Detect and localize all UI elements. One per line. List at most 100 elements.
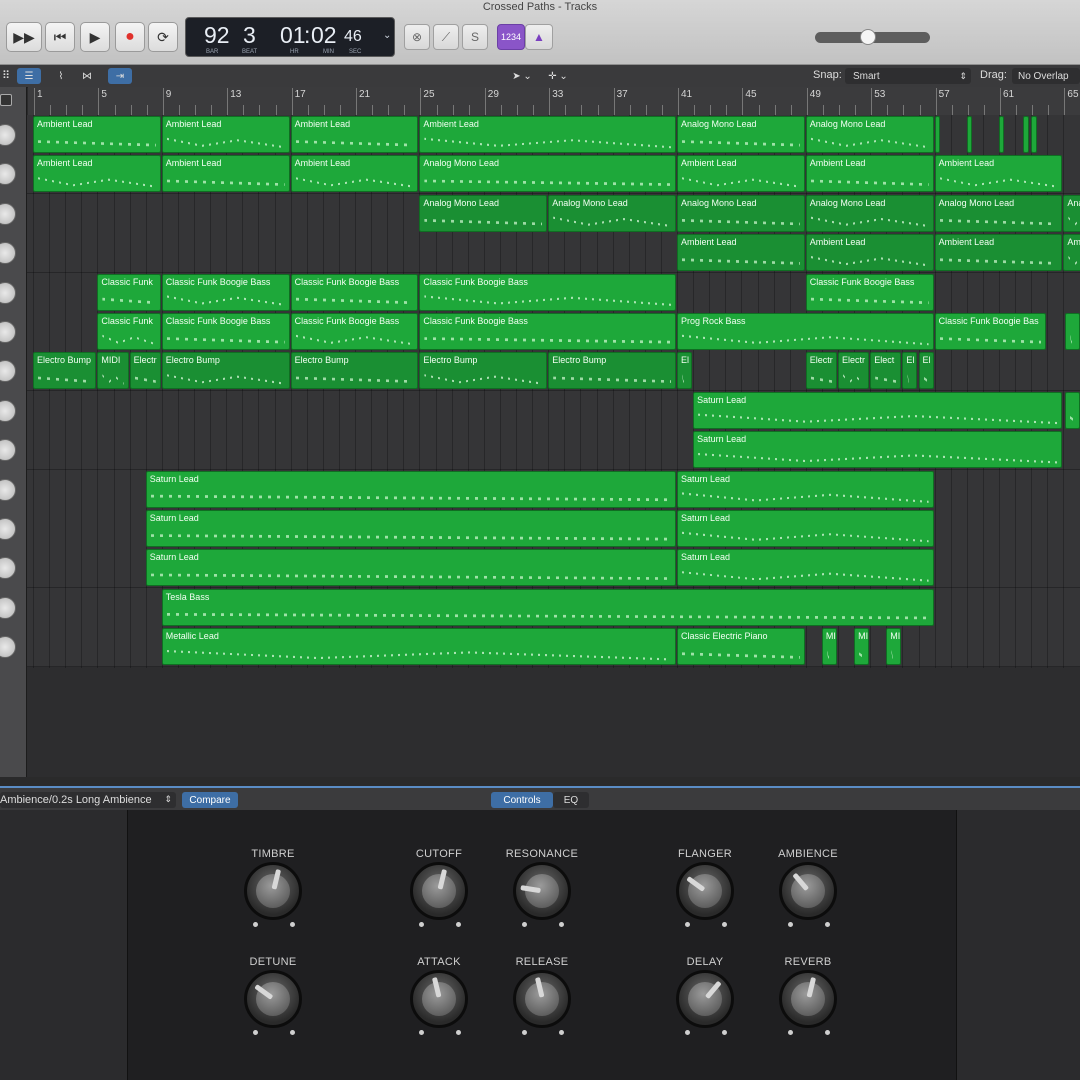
midi-region[interactable]: Ambient Lead	[677, 234, 805, 272]
track-volume-knob[interactable]	[0, 321, 16, 343]
bar-ruler[interactable]: 1 5 9 13 17 21 25 29 33 37 41 45 49 53 57 61 65	[28, 87, 1080, 116]
midi-region[interactable]: Electro Bump	[548, 352, 676, 390]
track-volume-knob[interactable]	[0, 281, 16, 304]
track-volume-knob[interactable]	[0, 163, 16, 186]
midi-region[interactable]: Analog Mono Lead	[677, 116, 805, 153]
tab-eq[interactable]: EQ	[553, 792, 589, 808]
track-volume-knob[interactable]	[0, 360, 16, 383]
midi-region[interactable]: Classic Funk Boogie Bass	[419, 313, 676, 350]
track-volume-knob[interactable]	[0, 399, 16, 422]
midi-region[interactable]: Analog Mono Lead	[805, 116, 934, 153]
compare-button[interactable]: Compare	[182, 792, 238, 808]
midi-region[interactable]	[1031, 116, 1037, 153]
midi-region[interactable]: Elect	[870, 352, 902, 390]
midi-region[interactable]: Saturn Lead	[677, 549, 934, 587]
midi-region[interactable]: Prog Rock Bass	[677, 313, 934, 350]
midi-region[interactable]: Saturn Lead	[145, 549, 676, 587]
cycle-button[interactable]: ⟳	[148, 22, 178, 52]
midi-region[interactable]: Electro Bump	[419, 352, 548, 390]
lcd-dropdown-icon[interactable]: ⌄	[383, 30, 391, 41]
release-knob[interactable]	[513, 970, 571, 1028]
track-volume-knob[interactable]	[0, 478, 16, 501]
midi-region[interactable]: Electr	[838, 352, 870, 390]
midi-region[interactable]	[966, 116, 973, 153]
count-in-button[interactable]: 1234	[497, 24, 525, 50]
midi-region[interactable]: Classic Funk Boogie Bas	[934, 313, 1047, 350]
tab-controls[interactable]: Controls	[491, 792, 553, 808]
midi-region[interactable]: Ambient Lead	[677, 155, 805, 193]
reverb-knob[interactable]	[779, 970, 837, 1028]
midi-region[interactable]: MI	[854, 628, 870, 666]
delay-knob[interactable]	[676, 970, 734, 1028]
timbre-knob[interactable]	[244, 862, 302, 920]
midi-region[interactable]: Ambient Lead	[419, 116, 676, 153]
track-volume-knob[interactable]	[0, 202, 16, 225]
attack-knob[interactable]	[410, 970, 468, 1028]
tuner-button[interactable]: ⟋	[433, 24, 459, 50]
midi-region[interactable]: MI	[886, 628, 902, 666]
midi-region[interactable]: Ambient Lead	[805, 234, 934, 272]
midi-region[interactable]: Ambient Lead	[33, 116, 161, 153]
track-volume-knob[interactable]	[0, 242, 16, 265]
resonance-knob[interactable]	[513, 862, 571, 920]
midi-region[interactable]: Ambient Lead	[161, 155, 290, 193]
midi-region[interactable]: Analog Mono Lead	[548, 194, 676, 232]
midi-region[interactable]: Classic Funk Boogie Bass	[290, 313, 419, 350]
midi-region[interactable]: MI	[821, 628, 837, 666]
midi-region[interactable]: Saturn Lead	[693, 431, 1063, 469]
midi-region[interactable]: Electr	[129, 352, 161, 390]
midi-region[interactable]: Metallic Lead	[161, 628, 676, 666]
detune-knob[interactable]	[244, 970, 302, 1028]
midi-region[interactable]: Classic Electric Piano	[677, 628, 805, 666]
track-volume-knob[interactable]	[0, 557, 16, 580]
automation-button[interactable]: ⌇	[50, 68, 72, 84]
midi-region[interactable]: Ambient Lead	[290, 155, 419, 193]
midi-region[interactable]: Ambient Lead	[805, 155, 934, 193]
midi-region[interactable]: Ambient Lead	[934, 155, 1063, 193]
track-volume-knob[interactable]	[0, 636, 16, 659]
pointer-tool-menu[interactable]: ➤ ⌄	[506, 68, 538, 84]
midi-region[interactable]: Classic Funk Boogie Bass	[161, 313, 290, 350]
midi-region[interactable]: Classic Funk	[97, 273, 161, 311]
midi-region[interactable]: Analog Mono Lead	[419, 194, 548, 232]
midi-region[interactable]: Saturn Lead	[677, 470, 934, 508]
midi-region[interactable]	[999, 116, 1005, 153]
play-button[interactable]: ▶	[80, 22, 110, 52]
midi-region[interactable]	[1065, 313, 1080, 350]
midi-region[interactable]: Classic Funk Boogie Bass	[290, 273, 419, 311]
catch-button[interactable]: ⇥	[108, 68, 132, 84]
fast-forward-button[interactable]: ▶▶	[6, 22, 42, 52]
midi-region[interactable]	[934, 116, 941, 153]
midi-region[interactable]: Saturn Lead	[693, 391, 1063, 429]
midi-region[interactable]: Analog Mono Lead	[934, 194, 1063, 232]
grid-icon[interactable]: ⠿	[2, 69, 10, 82]
midi-region[interactable]: Saturn Lead	[145, 470, 676, 508]
midi-region[interactable]: Classic Funk Boogie Bass	[419, 273, 676, 311]
midi-region[interactable]: Analog Mono Lead	[419, 155, 676, 193]
track-volume-knob[interactable]	[0, 518, 16, 540]
midi-region[interactable]: El	[677, 352, 693, 390]
track-volume-knob[interactable]	[0, 124, 16, 146]
preset-select[interactable]: Ambience/0.2s Long Ambience ⇕	[0, 792, 176, 808]
ambience-knob[interactable]	[779, 862, 837, 920]
cutoff-knob[interactable]	[410, 862, 468, 920]
record-button[interactable]: ●	[115, 22, 145, 52]
midi-region[interactable]: Ambient Lead	[290, 116, 419, 153]
drag-select[interactable]: No Overlap	[1012, 68, 1080, 84]
midi-region[interactable]: Amb	[1063, 234, 1080, 272]
metronome-button[interactable]: ▲	[525, 24, 553, 50]
midi-region[interactable]: Electr	[805, 352, 837, 390]
midi-region[interactable]	[1023, 116, 1029, 153]
solo-button[interactable]: S	[462, 24, 488, 50]
midi-region[interactable]: Analog Mono Lead	[677, 194, 805, 232]
replace-button[interactable]: ⊗	[404, 24, 430, 50]
midi-region[interactable]: Ana	[1063, 194, 1080, 232]
master-volume-handle[interactable]	[859, 29, 876, 45]
midi-region[interactable]: Classic Funk Boogie Bass	[161, 273, 290, 311]
flex-button[interactable]: ⋈	[76, 68, 98, 84]
lcd-display[interactable]: 92 3 01 : 02 46 BAR BEAT HR MIN SEC ⌄	[185, 17, 395, 57]
midi-region[interactable]: Saturn Lead	[145, 510, 676, 547]
track-volume-knob[interactable]	[0, 439, 16, 462]
midi-region[interactable]: Analog Mono Lead	[805, 194, 934, 232]
snap-select[interactable]: Smart ⇕	[845, 68, 971, 84]
